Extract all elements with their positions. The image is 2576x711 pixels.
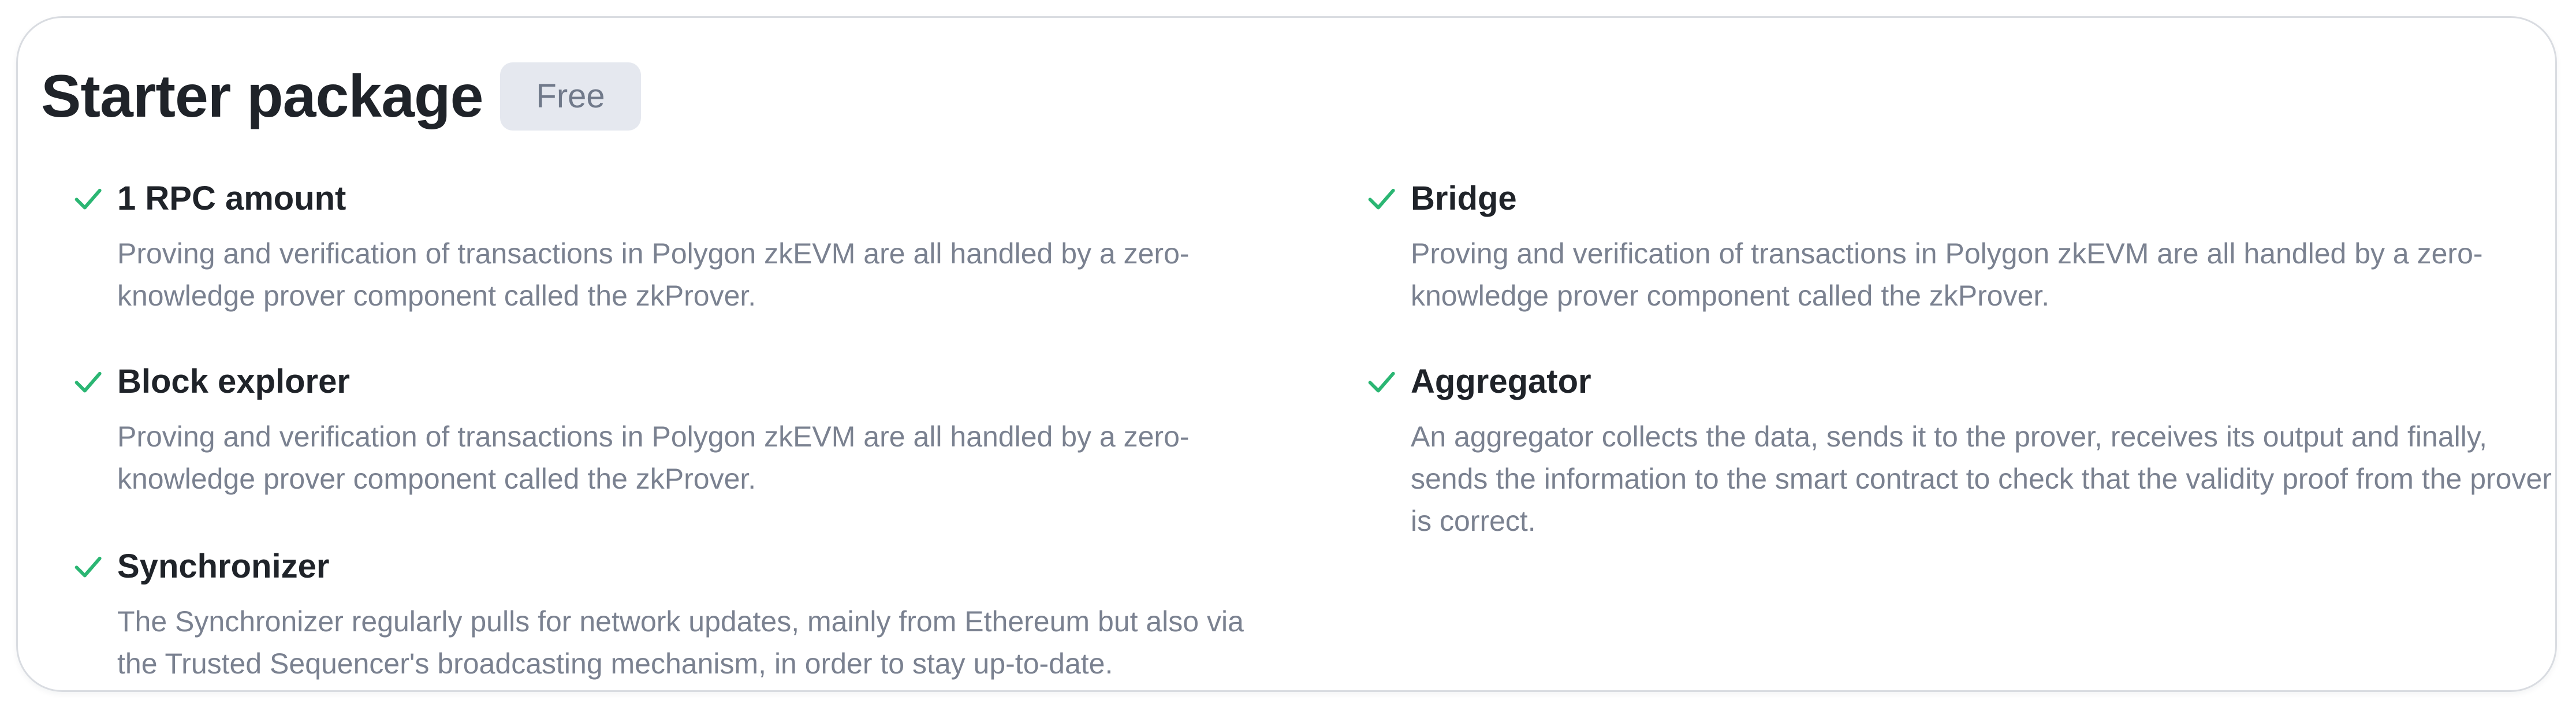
feature-title: 1 RPC amount xyxy=(117,180,346,217)
feature-description: Proving and verification of transactions… xyxy=(1411,237,2483,312)
feature-title: Synchronizer xyxy=(117,548,330,585)
package-title: Starter package xyxy=(41,63,483,130)
feature-description: Proving and verification of transactions… xyxy=(117,420,1190,495)
feature-title: Bridge xyxy=(1411,180,1517,217)
package-header: Starter package Free xyxy=(41,56,641,137)
check-icon xyxy=(1363,364,1399,400)
feature-title: Block explorer xyxy=(117,363,350,400)
feature-description: The Synchronizer regularly pulls for net… xyxy=(117,605,1244,680)
starter-package-card: Starter package Free 1 RPC amount Provin… xyxy=(16,16,2557,692)
feature-description: Proving and verification of transactions… xyxy=(117,237,1190,312)
check-icon xyxy=(70,549,106,585)
check-icon xyxy=(70,364,106,400)
feature-title: Aggregator xyxy=(1411,363,1591,400)
check-icon xyxy=(70,181,106,217)
feature-description: An aggregator collects the data, sends i… xyxy=(1411,420,2552,537)
price-badge: Free xyxy=(500,62,641,131)
check-icon xyxy=(1363,181,1399,217)
